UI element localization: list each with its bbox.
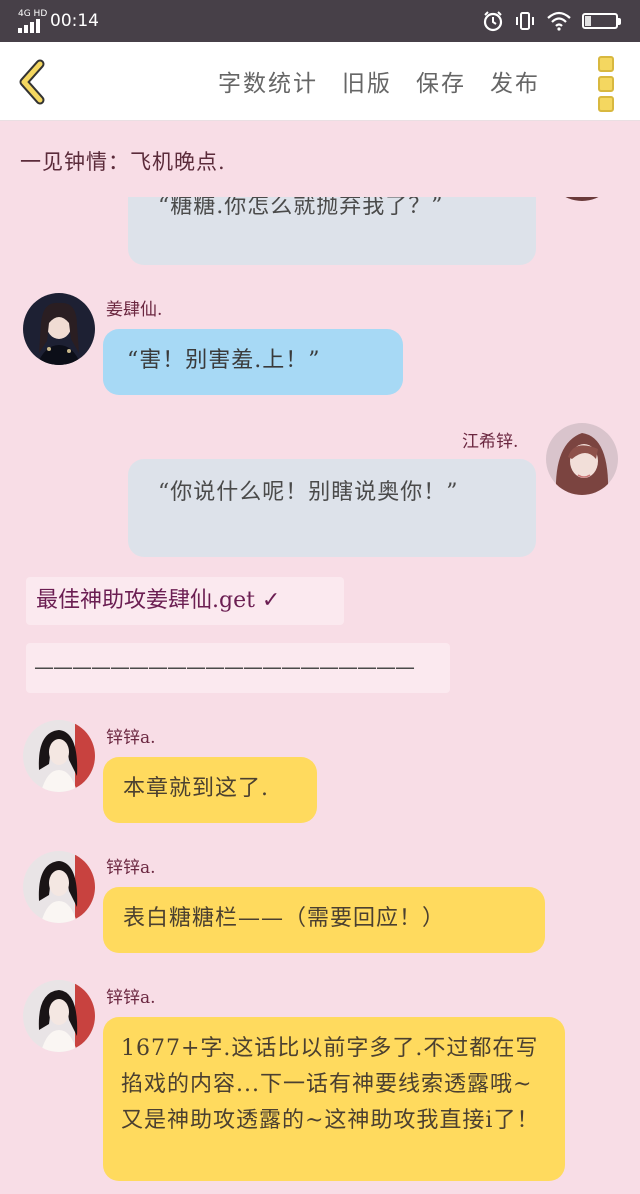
clock: 00:14 <box>50 11 99 31</box>
message-text: “糖糖.你怎么就抛弃我了？” <box>158 197 444 219</box>
word-count-button[interactable]: 字数统计 <box>218 64 318 98</box>
save-button[interactable]: 保存 <box>416 64 466 98</box>
signal-icon <box>18 19 46 33</box>
sender-name: 锌锌a. <box>106 728 156 748</box>
more-vertical-icon[interactable] <box>598 56 614 112</box>
message-bubble: “糖糖.你怎么就抛弃我了？” <box>128 197 536 265</box>
avatar <box>23 293 95 365</box>
network-indicator: 4G HD <box>18 9 48 19</box>
battery-fill <box>585 16 591 26</box>
message-bubble: “你说什么呢！别瞎说奥你！” <box>128 459 536 557</box>
chat-feed[interactable]: “糖糖.你怎么就抛弃我了？” 姜肆仙. “害！别害羞.上！” 江希锌. “你说什… <box>0 197 640 1194</box>
wifi-icon <box>547 11 571 31</box>
battery-icon: 19 <box>582 13 621 29</box>
message-text: “你说什么呢！别瞎说奥你！” <box>158 480 459 505</box>
message-text: 1677+字.这话比以前字多了.不过都在写掐戏的内容...下一话有神要线索透露哦… <box>121 1036 540 1133</box>
toolbar-actions: 字数统计 旧版 保存 发布 <box>218 64 540 98</box>
old-version-button[interactable]: 旧版 <box>342 64 392 98</box>
message-text: 本章就到这了. <box>123 776 269 801</box>
message-bubble: 本章就到这了. <box>103 757 317 823</box>
editor-toolbar: 字数统计 旧版 保存 发布 <box>0 42 640 121</box>
message-bubble: 表白糖糖栏——（需要回应！） <box>103 887 545 953</box>
vibrate-icon <box>516 12 534 30</box>
back-button[interactable] <box>14 58 54 106</box>
avatar <box>23 851 95 923</box>
publish-button[interactable]: 发布 <box>490 64 540 98</box>
avatar <box>23 980 95 1052</box>
message-bubble: “害！别害羞.上！” <box>103 329 403 395</box>
avatar <box>546 197 618 201</box>
avatar <box>23 720 95 792</box>
avatar <box>546 423 618 495</box>
battery-level: 19 <box>594 16 606 26</box>
story-title: 一见钟情：飞机晚点. <box>20 150 226 174</box>
status-bar: 4G HD 00:14 19 <box>0 0 640 42</box>
message-bubble: 1677+字.这话比以前字多了.不过都在写掐戏的内容...下一话有神要线索透露哦… <box>103 1017 565 1181</box>
sender-name: 江希锌. <box>462 432 519 452</box>
sender-name: 锌锌a. <box>106 858 156 878</box>
message-text: 表白糖糖栏——（需要回应！） <box>123 906 446 931</box>
section-divider: ———————————————————— <box>26 643 450 693</box>
status-icons: 19 <box>482 8 621 34</box>
alarm-icon <box>483 11 503 32</box>
sender-name: 姜肆仙. <box>106 300 163 320</box>
message-text: “害！别害羞.上！” <box>127 348 321 373</box>
sender-name: 锌锌a. <box>106 988 156 1008</box>
narration-caption: 最佳神助攻姜肆仙.get ✓ <box>26 577 344 625</box>
